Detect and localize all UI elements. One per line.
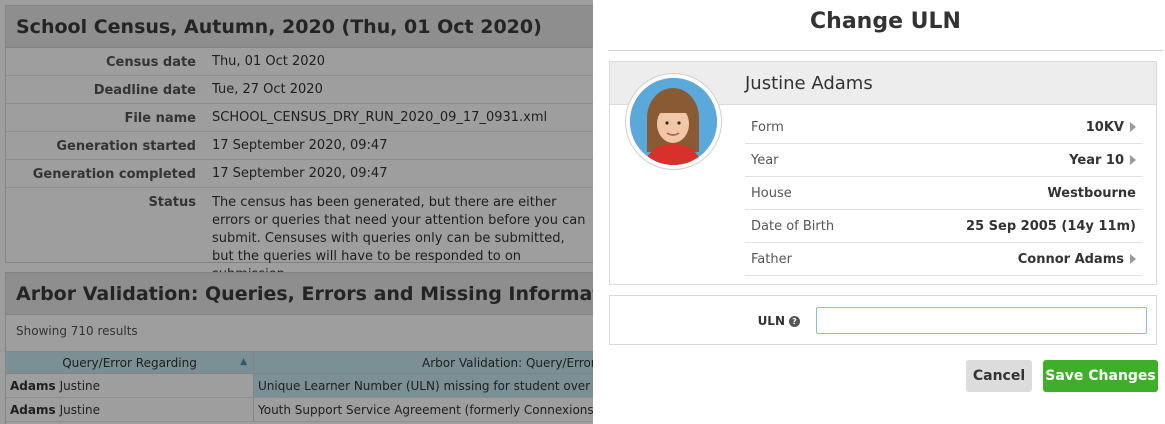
- chevron-right-icon: [1130, 155, 1136, 165]
- detail-label: Father: [751, 251, 792, 267]
- year-link[interactable]: Year 10: [1069, 153, 1136, 168]
- detail-value: 25 Sep 2005 (14y 11m): [966, 218, 1136, 234]
- detail-row-father: Father Connor Adams: [745, 243, 1142, 276]
- detail-row-form: Form 10KV: [745, 111, 1142, 144]
- chevron-right-icon: [1130, 122, 1136, 132]
- detail-label: Date of Birth: [751, 218, 835, 234]
- modal-backdrop[interactable]: [0, 0, 593, 424]
- detail-row-house: House Westbourne: [745, 177, 1142, 210]
- uln-form: ULN ?: [609, 295, 1157, 345]
- student-name: Justine Adams: [745, 73, 873, 94]
- detail-value: 10KV: [1085, 119, 1124, 135]
- student-card: Justine Adams Form 10KV Year Year 10 Hou…: [609, 61, 1157, 285]
- student-avatar: [625, 73, 722, 170]
- detail-label: Year: [751, 152, 779, 168]
- detail-label: House: [751, 185, 792, 201]
- student-photo-image: [630, 78, 717, 165]
- save-changes-button[interactable]: Save Changes: [1043, 360, 1158, 392]
- father-link[interactable]: Connor Adams: [1018, 252, 1136, 267]
- chevron-right-icon: [1130, 254, 1136, 264]
- detail-value: Connor Adams: [1017, 251, 1124, 267]
- uln-input[interactable]: [816, 307, 1147, 334]
- modal-title: Change ULN: [608, 0, 1163, 51]
- detail-value: Westbourne: [1047, 185, 1136, 201]
- change-uln-modal: Change ULN Justine Adams Form 10KV Year …: [593, 0, 1165, 424]
- student-photo: [630, 78, 717, 165]
- cancel-button[interactable]: Cancel: [966, 360, 1032, 392]
- help-icon[interactable]: ?: [789, 315, 800, 327]
- detail-label: Form: [751, 119, 784, 135]
- student-details: Form 10KV Year Year 10 House Westbourne …: [745, 111, 1142, 276]
- uln-label: ULN ?: [758, 314, 800, 328]
- detail-row-year: Year Year 10: [745, 144, 1142, 177]
- form-link[interactable]: 10KV: [1086, 120, 1136, 135]
- detail-value: Year 10: [1069, 152, 1124, 168]
- detail-row-dob: Date of Birth 25 Sep 2005 (14y 11m): [745, 210, 1142, 243]
- uln-label-text: ULN: [757, 314, 785, 328]
